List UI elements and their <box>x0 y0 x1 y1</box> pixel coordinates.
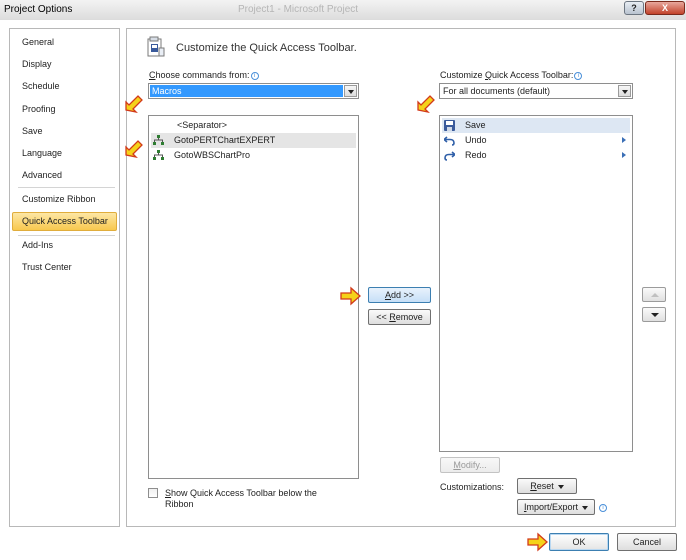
arrow-down-icon <box>651 313 659 317</box>
nav-item-schedule[interactable]: Schedule <box>12 77 117 96</box>
list-item[interactable]: Undo <box>442 133 630 148</box>
choose-commands-label: Choose commands from: i <box>149 70 259 80</box>
list-item-label: Save <box>465 120 486 130</box>
macro-chart-icon <box>153 135 164 145</box>
add-button[interactable]: Add >> <box>368 287 431 303</box>
nav-item-advanced[interactable]: Advanced <box>12 166 117 185</box>
ok-button[interactable]: OK <box>549 533 609 551</box>
commands-list[interactable]: <Separator> GotoPERTChartEXPERT GotoWBSC… <box>148 115 359 479</box>
nav-item-language[interactable]: Language <box>12 144 117 163</box>
nav-item-save[interactable]: Save <box>12 122 117 141</box>
quick-access-toolbar-icon <box>147 36 165 57</box>
list-item[interactable]: GotoPERTChartEXPERT <box>151 133 356 148</box>
options-category-nav: General Display Schedule Proofing Save L… <box>9 28 120 527</box>
info-icon: i <box>250 71 259 80</box>
info-icon: i <box>574 71 583 80</box>
title-bar: Project Options Project1 - Microsoft Pro… <box>0 0 686 20</box>
window-title: Project Options <box>4 4 73 15</box>
show-below-ribbon-label: Show Quick Access Toolbar below the <box>165 488 317 498</box>
info-icon: i <box>599 503 607 512</box>
close-button[interactable]: X <box>645 1 685 15</box>
list-item[interactable]: Save <box>442 118 630 133</box>
move-down-button[interactable] <box>642 307 666 322</box>
move-up-button[interactable] <box>642 287 666 302</box>
customize-qat-dropdown[interactable]: For all documents (default) <box>439 83 633 99</box>
chevron-down-icon[interactable] <box>344 85 357 97</box>
list-item[interactable]: <Separator> <box>151 118 356 133</box>
choose-commands-dropdown[interactable]: Macros <box>148 83 359 99</box>
reset-button[interactable]: Reset <box>517 478 577 494</box>
undo-icon <box>444 136 455 146</box>
macro-chart-icon <box>153 150 164 160</box>
chevron-down-icon <box>582 505 589 510</box>
nav-divider <box>18 187 115 188</box>
background-window-title: Project1 - Microsoft Project <box>238 4 359 15</box>
help-button[interactable]: ? <box>624 1 644 15</box>
qat-commands-list[interactable]: Save Undo Redo <box>439 115 633 452</box>
list-item[interactable]: Redo <box>442 148 630 163</box>
chevron-right-icon <box>622 137 626 143</box>
show-below-ribbon-checkbox[interactable] <box>148 488 158 498</box>
project-options-dialog: Project Options Project1 - Microsoft Pro… <box>0 0 686 560</box>
customize-qat-value: For all documents (default) <box>443 86 551 96</box>
cancel-button[interactable]: Cancel <box>617 533 677 551</box>
pointer-arrow-icon <box>527 532 548 552</box>
floppy-disk-icon <box>444 120 455 131</box>
nav-item-customize-ribbon[interactable]: Customize Ribbon <box>12 190 117 209</box>
chevron-down-icon[interactable] <box>618 85 631 97</box>
choose-commands-value: Macros <box>150 85 343 97</box>
list-item-label: GotoPERTChartEXPERT <box>174 135 276 145</box>
list-item[interactable]: GotoWBSChartPro <box>151 148 356 163</box>
list-item-label: GotoWBSChartPro <box>174 150 251 160</box>
pointer-arrow-icon <box>125 140 143 158</box>
customize-qat-label: Customize Quick Access Toolbar: i <box>440 70 583 80</box>
show-below-ribbon-label-line2: Ribbon <box>165 499 194 509</box>
nav-item-quick-access-toolbar[interactable]: Quick Access Toolbar <box>12 212 117 231</box>
pointer-arrow-icon <box>340 286 361 306</box>
remove-button[interactable]: << Remove <box>368 309 431 325</box>
modify-button[interactable]: Modify... <box>440 457 500 473</box>
import-export-button[interactable]: Import/Export <box>517 499 595 515</box>
list-item-label: Undo <box>465 135 487 145</box>
list-item-label: Redo <box>465 150 487 160</box>
pointer-arrow-icon <box>417 95 435 113</box>
chevron-down-icon <box>557 484 564 489</box>
import-export-info: i <box>598 502 607 512</box>
separator-label: <Separator> <box>177 120 228 130</box>
nav-item-trust-center[interactable]: Trust Center <box>12 258 117 277</box>
customizations-label: Customizations: <box>440 482 505 492</box>
nav-item-proofing[interactable]: Proofing <box>12 100 117 119</box>
nav-item-add-ins[interactable]: Add-Ins <box>12 236 117 255</box>
nav-item-general[interactable]: General <box>12 33 117 52</box>
pointer-arrow-icon <box>125 95 143 113</box>
page-heading: Customize the Quick Access Toolbar. <box>176 42 357 54</box>
redo-icon <box>444 151 455 161</box>
chevron-right-icon <box>622 152 626 158</box>
arrow-up-icon <box>651 293 659 297</box>
nav-item-display[interactable]: Display <box>12 55 117 74</box>
